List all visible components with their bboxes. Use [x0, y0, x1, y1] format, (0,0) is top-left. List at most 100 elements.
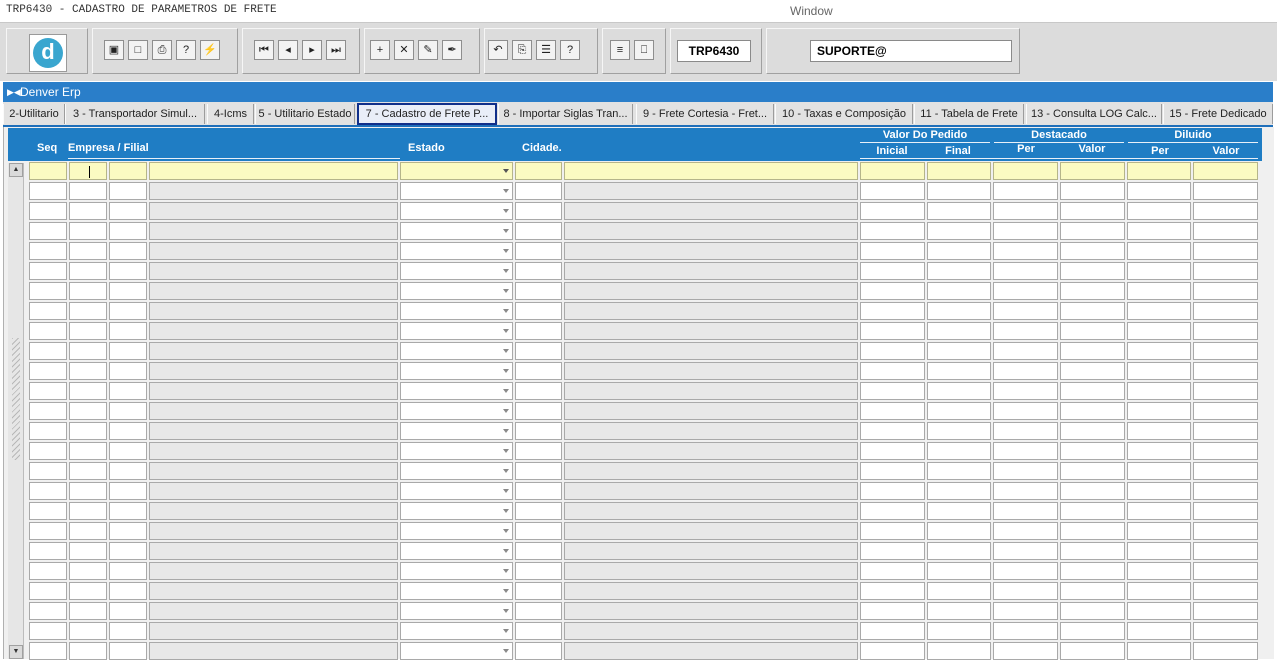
chevron-down-icon[interactable] — [503, 169, 509, 173]
chevron-down-icon[interactable] — [503, 229, 509, 233]
estado-select[interactable] — [400, 462, 513, 480]
seq-cell[interactable] — [29, 342, 67, 360]
diluido-valor-cell[interactable] — [1193, 202, 1258, 220]
estado-select[interactable] — [400, 582, 513, 600]
valor-inicial-cell[interactable] — [860, 282, 925, 300]
cidade-code-cell[interactable] — [515, 422, 562, 440]
diluido-per-cell[interactable] — [1127, 582, 1191, 600]
diluido-valor-cell[interactable] — [1193, 562, 1258, 580]
valor-inicial-cell[interactable] — [860, 362, 925, 380]
destacado-valor-cell[interactable] — [1060, 562, 1125, 580]
valor-final-cell[interactable] — [927, 522, 991, 540]
estado-select[interactable] — [400, 242, 513, 260]
diluido-per-cell[interactable] — [1127, 502, 1191, 520]
tab-item[interactable]: 5 - Utilitario Estado — [255, 104, 355, 124]
chevron-down-icon[interactable] — [503, 209, 509, 213]
cidade-code-cell[interactable] — [515, 582, 562, 600]
filial-cell[interactable] — [109, 402, 147, 420]
chevron-down-icon[interactable] — [503, 409, 509, 413]
destacado-per-cell[interactable] — [993, 362, 1058, 380]
valor-final-cell[interactable] — [927, 602, 991, 620]
estado-select[interactable] — [400, 262, 513, 280]
delete-record-button[interactable]: ✕ — [394, 40, 414, 60]
destacado-valor-cell[interactable] — [1060, 402, 1125, 420]
tab-item[interactable]: 9 - Frete Cortesia - Fret... — [636, 104, 774, 124]
save-button[interactable]: ▣ — [104, 40, 124, 60]
tab-item[interactable]: 15 - Frete Dedicado — [1163, 104, 1273, 124]
diluido-valor-cell[interactable] — [1193, 302, 1258, 320]
previous-record-button[interactable]: ◂ — [278, 40, 298, 60]
clipboard-button[interactable]: ⎘ — [512, 40, 532, 60]
filial-cell[interactable] — [109, 602, 147, 620]
destacado-valor-cell[interactable] — [1060, 302, 1125, 320]
diluido-per-cell[interactable] — [1127, 362, 1191, 380]
valor-final-cell[interactable] — [927, 402, 991, 420]
empresa-cell[interactable] — [69, 442, 107, 460]
destacado-valor-cell[interactable] — [1060, 282, 1125, 300]
estado-select[interactable] — [400, 282, 513, 300]
expand-icon[interactable]: ▶◀ — [7, 82, 21, 102]
cidade-code-cell[interactable] — [515, 342, 562, 360]
valor-final-cell[interactable] — [927, 542, 991, 560]
filial-cell[interactable] — [109, 282, 147, 300]
diluido-per-cell[interactable] — [1127, 222, 1191, 240]
destacado-per-cell[interactable] — [993, 422, 1058, 440]
chevron-down-icon[interactable] — [503, 429, 509, 433]
empresa-cell[interactable] — [69, 602, 107, 620]
chevron-down-icon[interactable] — [503, 329, 509, 333]
seq-cell[interactable] — [29, 242, 67, 260]
destacado-per-cell[interactable] — [993, 522, 1058, 540]
estado-select[interactable] — [400, 402, 513, 420]
empresa-cell[interactable] — [69, 162, 107, 180]
diluido-per-cell[interactable] — [1127, 422, 1191, 440]
filial-cell[interactable] — [109, 342, 147, 360]
filial-cell[interactable] — [109, 302, 147, 320]
valor-final-cell[interactable] — [927, 622, 991, 640]
diluido-valor-cell[interactable] — [1193, 262, 1258, 280]
diluido-valor-cell[interactable] — [1193, 602, 1258, 620]
destacado-valor-cell[interactable] — [1060, 482, 1125, 500]
valor-inicial-cell[interactable] — [860, 522, 925, 540]
filial-cell[interactable] — [109, 522, 147, 540]
estado-select[interactable] — [400, 562, 513, 580]
chevron-down-icon[interactable] — [503, 389, 509, 393]
empresa-cell[interactable] — [69, 262, 107, 280]
valor-inicial-cell[interactable] — [860, 482, 925, 500]
seq-cell[interactable] — [29, 462, 67, 480]
estado-select[interactable] — [400, 202, 513, 220]
diluido-valor-cell[interactable] — [1193, 382, 1258, 400]
cidade-code-cell[interactable] — [515, 562, 562, 580]
valor-final-cell[interactable] — [927, 422, 991, 440]
diluido-valor-cell[interactable] — [1193, 322, 1258, 340]
valor-inicial-cell[interactable] — [860, 242, 925, 260]
valor-inicial-cell[interactable] — [860, 162, 925, 180]
diluido-valor-cell[interactable] — [1193, 462, 1258, 480]
destacado-per-cell[interactable] — [993, 382, 1058, 400]
valor-inicial-cell[interactable] — [860, 562, 925, 580]
filial-cell[interactable] — [109, 242, 147, 260]
valor-final-cell[interactable] — [927, 562, 991, 580]
diluido-per-cell[interactable] — [1127, 162, 1191, 180]
chevron-down-icon[interactable] — [503, 289, 509, 293]
seq-cell[interactable] — [29, 182, 67, 200]
valor-inicial-cell[interactable] — [860, 202, 925, 220]
diluido-valor-cell[interactable] — [1193, 582, 1258, 600]
tab-item[interactable]: 3 - Transportador Simul... — [65, 104, 205, 124]
seq-cell[interactable] — [29, 502, 67, 520]
destacado-per-cell[interactable] — [993, 402, 1058, 420]
window-menu[interactable]: Window — [790, 4, 833, 18]
diluido-valor-cell[interactable] — [1193, 362, 1258, 380]
diluido-per-cell[interactable] — [1127, 382, 1191, 400]
diluido-per-cell[interactable] — [1127, 322, 1191, 340]
destacado-valor-cell[interactable] — [1060, 462, 1125, 480]
seq-cell[interactable] — [29, 642, 67, 660]
filial-cell[interactable] — [109, 202, 147, 220]
valor-final-cell[interactable] — [927, 362, 991, 380]
empresa-cell[interactable] — [69, 642, 107, 660]
filial-cell[interactable] — [109, 262, 147, 280]
estado-select[interactable] — [400, 482, 513, 500]
diluido-per-cell[interactable] — [1127, 562, 1191, 580]
help-button[interactable]: ? — [560, 40, 580, 60]
filial-cell[interactable] — [109, 222, 147, 240]
destacado-per-cell[interactable] — [993, 242, 1058, 260]
